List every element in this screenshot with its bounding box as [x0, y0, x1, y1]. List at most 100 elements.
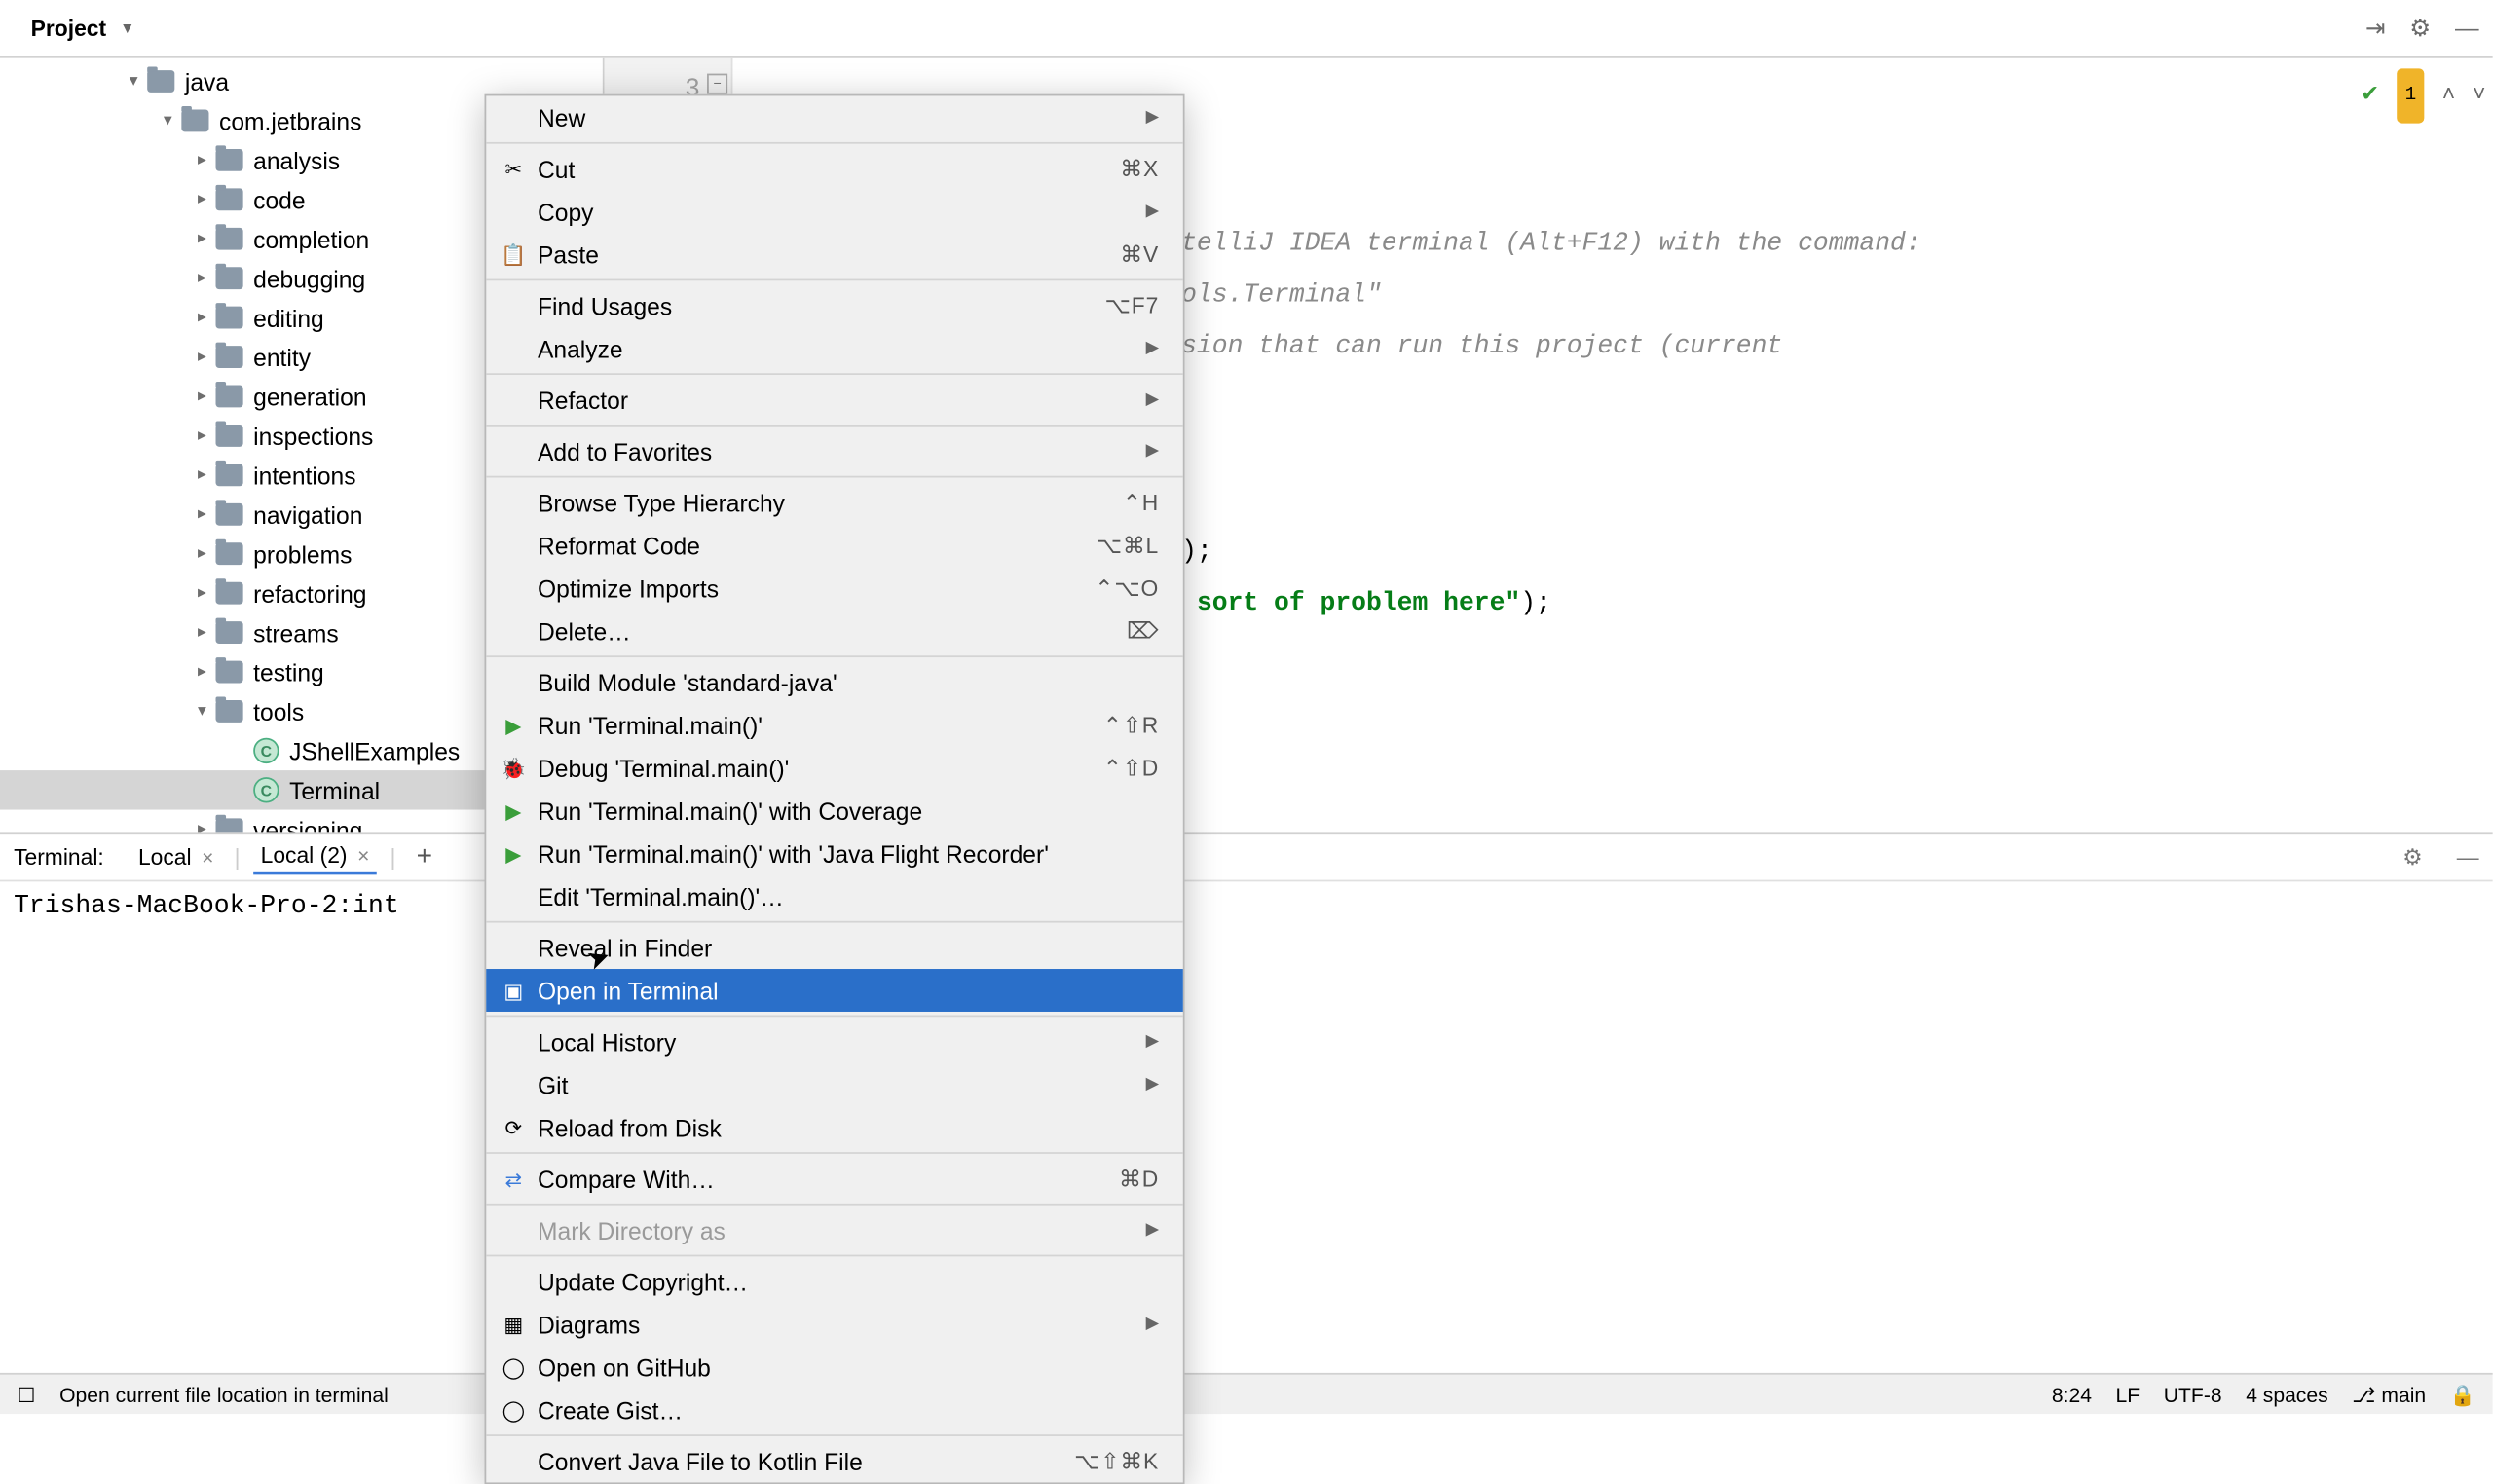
menu-paste[interactable]: 📋Paste⌘V	[486, 233, 1183, 276]
menu-add-favorites[interactable]: Add to Favorites▶	[486, 429, 1183, 472]
minimize-icon[interactable]: —	[2455, 14, 2479, 43]
file-encoding[interactable]: UTF-8	[2164, 1383, 2222, 1407]
chevron-right-icon: ▶	[1146, 442, 1160, 461]
indent-settings[interactable]: 4 spaces	[2246, 1383, 2327, 1407]
tree-label[interactable]: code	[253, 186, 305, 213]
tree-label[interactable]: intentions	[253, 462, 355, 489]
tree-label[interactable]: Terminal	[289, 776, 380, 803]
terminal-output[interactable]: Trishas-MacBook-Pro-2:int	[0, 881, 2493, 931]
tree-label[interactable]: tools	[253, 697, 304, 724]
menu-refactor[interactable]: Refactor▶	[486, 379, 1183, 422]
menu-build-module[interactable]: Build Module 'standard-java'	[486, 661, 1183, 704]
context-menu: New▶ ✂Cut⌘X Copy▶ 📋Paste⌘V Find Usages⌥F…	[485, 94, 1185, 1484]
fold-icon[interactable]: –	[707, 74, 727, 94]
chevron-right-icon[interactable]: ▸	[192, 347, 212, 367]
terminal-tab[interactable]: Local×	[131, 840, 221, 872]
menu-git[interactable]: Git▶	[486, 1063, 1183, 1106]
folder-icon	[216, 464, 243, 486]
chevron-right-icon[interactable]: ▸	[192, 229, 212, 249]
tree-label[interactable]: inspections	[253, 422, 373, 449]
menu-diagrams[interactable]: ▦Diagrams▶	[486, 1303, 1183, 1346]
menu-update-copyright[interactable]: Update Copyright…	[486, 1260, 1183, 1303]
menu-reformat[interactable]: Reformat Code⌥⌘L	[486, 524, 1183, 567]
close-icon[interactable]: ×	[202, 845, 213, 870]
menu-delete[interactable]: Delete…⌦	[486, 610, 1183, 652]
inspection-ok-icon[interactable]: ✔	[2361, 70, 2379, 122]
menu-mark-directory: Mark Directory as▶	[486, 1208, 1183, 1251]
chevron-down-icon[interactable]: ▾	[192, 701, 212, 722]
menu-copy[interactable]: Copy▶	[486, 190, 1183, 233]
collapse-icon[interactable]: ⇥	[2365, 14, 2386, 43]
chevron-right-icon: ▶	[1146, 202, 1160, 220]
class-icon: C	[253, 777, 279, 802]
menu-create-gist[interactable]: ◯Create Gist…	[486, 1389, 1183, 1431]
menu-new[interactable]: New▶	[486, 95, 1183, 138]
tree-label[interactable]: problems	[253, 540, 352, 568]
tree-label[interactable]: editing	[253, 304, 324, 331]
menu-run[interactable]: ▶Run 'Terminal.main()'⌃⇧R	[486, 704, 1183, 747]
menu-debug[interactable]: 🐞Debug 'Terminal.main()'⌃⇧D	[486, 746, 1183, 789]
minimize-icon[interactable]: —	[2457, 844, 2479, 870]
chevron-right-icon[interactable]: ▸	[192, 543, 212, 564]
chevron-right-icon: ▶	[1146, 1315, 1160, 1333]
debug-icon: 🐞	[500, 754, 527, 781]
chevron-up-icon[interactable]: ˄	[2442, 70, 2456, 122]
git-branch[interactable]: ⎇ main	[2352, 1383, 2426, 1407]
caret-position[interactable]: 8:24	[2052, 1383, 2092, 1407]
chevron-right-icon[interactable]: ▸	[192, 504, 212, 525]
tree-label[interactable]: testing	[253, 658, 324, 686]
chevron-right-icon[interactable]: ▸	[192, 583, 212, 604]
terminal-label: Terminal:	[14, 844, 104, 870]
tree-label[interactable]: completion	[253, 225, 369, 252]
tree-label[interactable]: debugging	[253, 265, 365, 292]
chevron-down-icon[interactable]: ▾	[124, 71, 144, 92]
chevron-right-icon[interactable]: ▸	[192, 189, 212, 209]
lock-icon[interactable]: 🔒	[2450, 1383, 2475, 1407]
gear-icon[interactable]: ⚙	[2409, 14, 2431, 43]
folder-icon	[216, 661, 243, 684]
add-terminal-button[interactable]: +	[417, 841, 432, 872]
close-icon[interactable]: ×	[357, 843, 369, 868]
paste-icon: 📋	[500, 241, 527, 268]
menu-edit-config[interactable]: Edit 'Terminal.main()'…	[486, 874, 1183, 917]
menu-open-in-terminal[interactable]: ▣Open in Terminal	[486, 969, 1183, 1012]
folder-icon	[216, 188, 243, 210]
menu-convert-kotlin[interactable]: Convert Java File to Kotlin File⌥⇧⌘K	[486, 1439, 1183, 1482]
tree-label[interactable]: analysis	[253, 146, 340, 173]
chevron-right-icon[interactable]: ▸	[192, 308, 212, 328]
chevron-right-icon[interactable]: ▸	[192, 150, 212, 170]
chevron-right-icon[interactable]: ▸	[192, 426, 212, 446]
tree-label[interactable]: JShellExamples	[289, 737, 460, 764]
chevron-right-icon[interactable]: ▸	[192, 464, 212, 485]
warning-badge[interactable]: 1	[2397, 68, 2425, 123]
menu-local-history[interactable]: Local History▶	[486, 1020, 1183, 1063]
menu-reload-disk[interactable]: ⟳Reload from Disk	[486, 1106, 1183, 1149]
gear-icon[interactable]: ⚙	[2402, 843, 2422, 871]
tree-label[interactable]: streams	[253, 619, 339, 647]
menu-open-github[interactable]: ◯Open on GitHub	[486, 1346, 1183, 1389]
tree-label[interactable]: generation	[253, 383, 366, 410]
menu-run-jfr[interactable]: ▶Run 'Terminal.main()' with 'Java Flight…	[486, 832, 1183, 874]
menu-browse-hierarchy[interactable]: Browse Type Hierarchy⌃H	[486, 481, 1183, 524]
todo-icon[interactable]: ☐	[18, 1383, 36, 1407]
tree-label[interactable]: entity	[253, 343, 311, 370]
menu-optimize-imports[interactable]: Optimize Imports⌃⌥O	[486, 567, 1183, 610]
chevron-down-icon[interactable]: ˅	[2473, 70, 2486, 122]
tree-label[interactable]: refactoring	[253, 579, 366, 607]
chevron-down-icon[interactable]: ▾	[158, 110, 178, 130]
menu-analyze[interactable]: Analyze▶	[486, 327, 1183, 370]
menu-cut[interactable]: ✂Cut⌘X	[486, 147, 1183, 190]
menu-run-coverage[interactable]: ▶Run 'Terminal.main()' with Coverage	[486, 789, 1183, 832]
chevron-right-icon[interactable]: ▸	[192, 268, 212, 288]
terminal-tab[interactable]: Local (2)×	[254, 838, 377, 874]
menu-compare-with[interactable]: ⇄Compare With…⌘D	[486, 1157, 1183, 1200]
line-separator[interactable]: LF	[2116, 1383, 2140, 1407]
menu-find-usages[interactable]: Find Usages⌥F7	[486, 284, 1183, 327]
tree-label[interactable]: java	[185, 67, 229, 94]
chevron-right-icon[interactable]: ▸	[192, 386, 212, 406]
chevron-right-icon[interactable]: ▸	[192, 661, 212, 682]
tree-label[interactable]: com.jetbrains	[219, 107, 361, 134]
tree-label[interactable]: navigation	[253, 501, 362, 528]
chevron-right-icon[interactable]: ▸	[192, 622, 212, 643]
project-view-selector[interactable]: Project	[14, 9, 148, 48]
